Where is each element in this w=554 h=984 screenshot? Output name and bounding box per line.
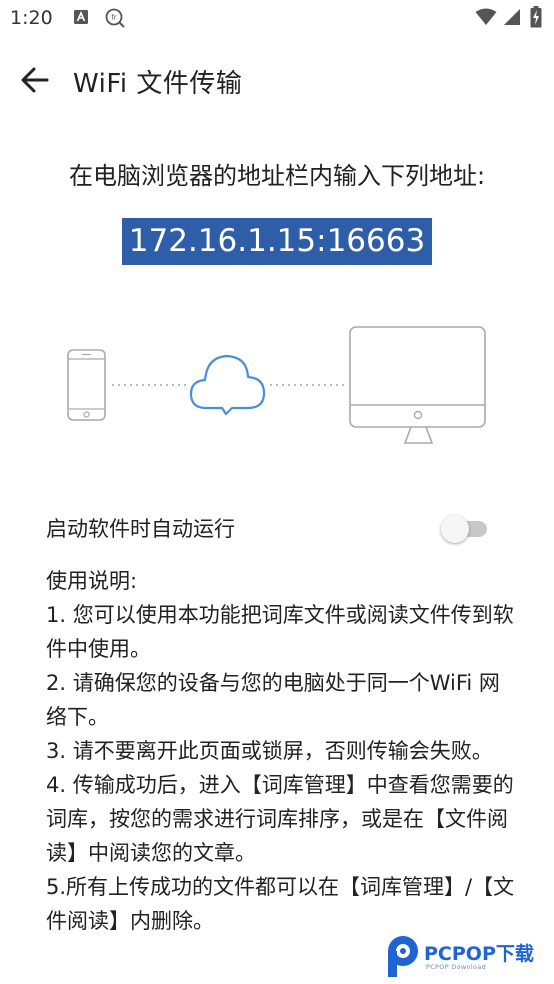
usage-item-4: 4. 传输成功后，进入【词库管理】中查看您需要的词库，按您的需求进行词库排序，或… xyxy=(46,773,514,865)
pcpop-logo-icon xyxy=(388,936,418,977)
watermark-subtext: PCPOP Download xyxy=(426,963,486,971)
phone-icon xyxy=(67,349,106,421)
watermark-text: PCPOP下载 xyxy=(424,943,534,965)
svg-text:fr: fr xyxy=(111,14,116,22)
transfer-illustration xyxy=(67,326,486,444)
usage-item-3: 3. 请不要离开此页面或锁屏，否则传输会失败。 xyxy=(46,739,493,763)
usage-item-1: 1. 您可以使用本功能把词库文件或阅读文件传到软件中使用。 xyxy=(46,603,514,661)
wifi-icon xyxy=(475,8,497,25)
status-bar: 1:20 fr xyxy=(0,0,554,38)
usage-item-5: 5.所有上传成功的文件都可以在【词库管理】/【文件阅读】内删除。 xyxy=(46,875,515,933)
status-time: 1:20 xyxy=(10,7,53,29)
usage-heading: 使用说明: xyxy=(46,569,138,593)
page-title: WiFi 文件传输 xyxy=(73,69,243,99)
translate-notification-icon: fr xyxy=(105,8,125,28)
auto-start-toggle[interactable] xyxy=(441,514,491,543)
signal-icon xyxy=(504,9,520,25)
app-bar: WiFi 文件传输 xyxy=(0,50,554,112)
toggle-thumb xyxy=(441,515,469,543)
cloud-icon xyxy=(189,354,266,416)
battery-charging-icon xyxy=(530,6,542,28)
server-address: 172.16.1.15:16663 xyxy=(121,218,433,265)
monitor-icon xyxy=(349,326,486,444)
pcpop-watermark: PCPOP下载 PCPOP Download xyxy=(384,932,554,984)
address-instruction: 在电脑浏览器的地址栏内输入下列地址: xyxy=(68,162,486,190)
auto-start-label: 启动软件时自动运行 xyxy=(46,517,235,541)
back-button[interactable] xyxy=(14,60,58,100)
arrow-left-icon xyxy=(21,67,49,93)
usage-instructions: 使用说明: 1. 您可以使用本功能把词库文件或阅读文件传到软件中使用。 2. 请… xyxy=(46,564,516,938)
a-notification-icon xyxy=(74,10,88,24)
usage-item-2: 2. 请确保您的设备与您的电脑处于同一个WiFi 网络下。 xyxy=(46,671,500,729)
